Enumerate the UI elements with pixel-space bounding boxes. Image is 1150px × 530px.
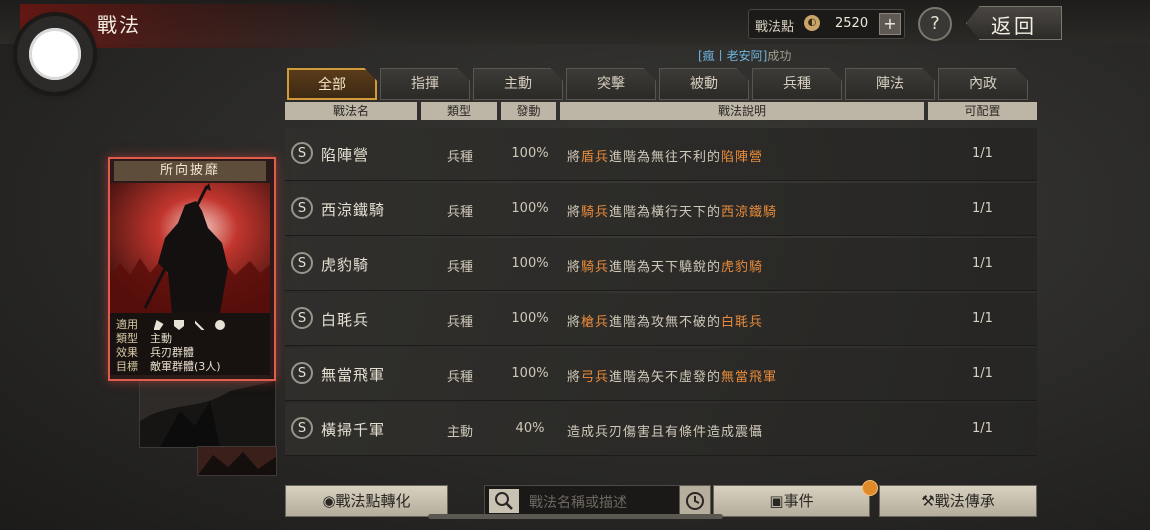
card-applies: 適用 bbox=[116, 316, 232, 331]
column-header-capacity[interactable]: 可配置 bbox=[928, 102, 1037, 120]
tactic-description: 將盾兵進階為無往不利的陷陣營 bbox=[567, 150, 764, 165]
tertiary-card-art bbox=[198, 447, 276, 475]
tactic-rate: 100% bbox=[511, 311, 549, 326]
secondary-card[interactable] bbox=[139, 380, 276, 448]
table-row[interactable]: S 陷陣營 兵種 100% 將盾兵進階為無往不利的陷陣營 1/1 bbox=[285, 128, 1037, 181]
tactic-name: 無當飛軍 bbox=[321, 366, 386, 384]
avatar[interactable] bbox=[17, 16, 93, 92]
back-label: 返回 bbox=[991, 14, 1037, 38]
secondary-card-art bbox=[140, 381, 275, 447]
column-header-type[interactable]: 類型 bbox=[421, 102, 497, 120]
tactic-description: 將槍兵進階為攻無不破的白毦兵 bbox=[567, 315, 764, 330]
card-type: 類型 主動 bbox=[116, 332, 172, 345]
tactic-description: 將騎兵進階為天下驍銳的虎豹騎 bbox=[567, 260, 764, 275]
tactic-capacity: 1/1 bbox=[972, 256, 993, 271]
grade-badge: S bbox=[291, 362, 313, 384]
card-target: 目標 敵軍群體(3人) bbox=[116, 360, 221, 373]
tab-passive[interactable]: 被動 bbox=[659, 68, 749, 100]
convert-icon: ◉ bbox=[322, 492, 336, 510]
grade-badge: S bbox=[291, 252, 313, 274]
tactic-type: 兵種 bbox=[446, 205, 473, 220]
table-row[interactable]: S 西涼鐵騎 兵種 100% 將騎兵進階為橫行天下的西涼鐵騎 1/1 bbox=[285, 183, 1037, 236]
events-button[interactable]: ▣事件 bbox=[713, 485, 870, 517]
tactic-description: 將騎兵進階為橫行天下的西涼鐵騎 bbox=[567, 205, 778, 220]
tactic-name: 西涼鐵騎 bbox=[321, 201, 386, 219]
grade-badge: S bbox=[291, 417, 313, 439]
tab-troop[interactable]: 兵種 bbox=[752, 68, 842, 100]
tactic-type: 兵種 bbox=[446, 150, 473, 165]
back-button[interactable]: 返回 bbox=[966, 6, 1062, 40]
add-points-button[interactable]: + bbox=[879, 13, 901, 35]
tactic-capacity: 1/1 bbox=[972, 146, 993, 161]
shield-icon bbox=[174, 320, 184, 330]
tactic-type: 兵種 bbox=[446, 370, 473, 385]
table-row[interactable]: S 虎豹騎 兵種 100% 將騎兵進階為天下驍銳的虎豹騎 1/1 bbox=[285, 238, 1037, 291]
coin-icon: ◐ bbox=[804, 15, 820, 31]
tactic-name: 陷陣營 bbox=[321, 146, 370, 164]
column-header-description: 戰法說明 bbox=[560, 102, 924, 120]
tactic-name: 虎豹騎 bbox=[321, 256, 370, 274]
tactic-capacity: 1/1 bbox=[972, 201, 993, 216]
inherit-button[interactable]: ⚒戰法傳承 bbox=[879, 485, 1037, 517]
scrollbar[interactable] bbox=[428, 514, 723, 519]
event-notice-player: [瘋丨老安阿] bbox=[698, 49, 768, 63]
avatar-circle-icon bbox=[29, 28, 81, 80]
tertiary-card[interactable] bbox=[197, 446, 277, 476]
notification-dot bbox=[862, 480, 878, 496]
column-header-rate[interactable]: 發動 bbox=[501, 102, 556, 120]
tactic-type: 兵種 bbox=[446, 260, 473, 275]
tab-active[interactable]: 主動 bbox=[473, 68, 563, 100]
card-effect: 效果 兵刃群體 bbox=[116, 346, 194, 359]
battle-points-display: 戰法點 ◐ 2520 + bbox=[748, 9, 905, 39]
tactic-capacity: 1/1 bbox=[972, 366, 993, 381]
tactic-rate: 100% bbox=[511, 366, 549, 381]
tactic-rate: 100% bbox=[511, 256, 549, 271]
cavalry-icon bbox=[153, 320, 164, 330]
card-title: 所向披靡 bbox=[114, 161, 266, 181]
history-button[interactable] bbox=[679, 485, 711, 517]
bow-icon bbox=[194, 320, 205, 330]
column-header-name[interactable]: 戰法名 bbox=[285, 102, 417, 120]
help-button[interactable]: ? bbox=[918, 7, 952, 41]
event-notice-suffix: 成功 bbox=[767, 49, 792, 63]
general-portrait bbox=[110, 183, 270, 313]
grade-badge: S bbox=[291, 307, 313, 329]
card-info-panel: 適用 類型 主動 效果 兵刃群體 目標 敵軍群體(3人) bbox=[110, 313, 270, 375]
tactic-capacity: 1/1 bbox=[972, 421, 993, 436]
tactic-description: 造成兵刃傷害且有條件造成震懾 bbox=[567, 425, 764, 440]
table-row[interactable]: S 橫掃千軍 主動 40% 造成兵刃傷害且有條件造成震懾 1/1 bbox=[285, 403, 1037, 456]
hammer-icon: ⚒ bbox=[921, 492, 935, 510]
convert-points-button[interactable]: ◉戰法點轉化 bbox=[285, 485, 448, 517]
ticket-icon: ▣ bbox=[769, 492, 784, 510]
tactic-description: 將弓兵進階為矢不虛發的無當飛軍 bbox=[567, 370, 778, 385]
points-label: 戰法點 bbox=[755, 20, 795, 35]
tactic-card[interactable]: 所向披靡 適用 類型 主動 效果 兵刃群體 目標 敵軍群體(3人) bbox=[108, 157, 276, 381]
tab-domestic[interactable]: 內政 bbox=[938, 68, 1028, 100]
tactic-rate: 40% bbox=[515, 421, 545, 436]
event-notice: [瘋丨老安阿]成功 bbox=[698, 47, 791, 64]
tactic-rate: 100% bbox=[511, 201, 549, 216]
tactic-capacity: 1/1 bbox=[972, 311, 993, 326]
tactic-rate: 100% bbox=[511, 146, 549, 161]
tactic-type: 兵種 bbox=[446, 315, 473, 330]
clock-icon bbox=[686, 492, 704, 510]
search-icon[interactable] bbox=[489, 489, 519, 513]
search-placeholder: 戰法名稱或描述 bbox=[529, 495, 627, 511]
points-value: 2520 bbox=[835, 16, 869, 31]
tactic-name: 橫掃千軍 bbox=[321, 421, 386, 439]
grade-badge: S bbox=[291, 142, 313, 164]
table-row[interactable]: S 白毦兵 兵種 100% 將槍兵進階為攻無不破的白毦兵 1/1 bbox=[285, 293, 1037, 346]
tab-formation[interactable]: 陣法 bbox=[845, 68, 935, 100]
tactic-type: 主動 bbox=[446, 425, 473, 440]
search-input[interactable]: 戰法名稱或描述 bbox=[484, 485, 680, 517]
page-title: 戰法 bbox=[97, 13, 141, 37]
tab-all[interactable]: 全部 bbox=[287, 68, 377, 100]
tactic-name: 白毦兵 bbox=[321, 311, 370, 329]
grade-badge: S bbox=[291, 197, 313, 219]
table-row[interactable]: S 無當飛軍 兵種 100% 將弓兵進階為矢不虛發的無當飛軍 1/1 bbox=[285, 348, 1037, 401]
spear-icon bbox=[215, 320, 225, 330]
tab-command[interactable]: 指揮 bbox=[380, 68, 470, 100]
tab-assault[interactable]: 突擊 bbox=[566, 68, 656, 100]
